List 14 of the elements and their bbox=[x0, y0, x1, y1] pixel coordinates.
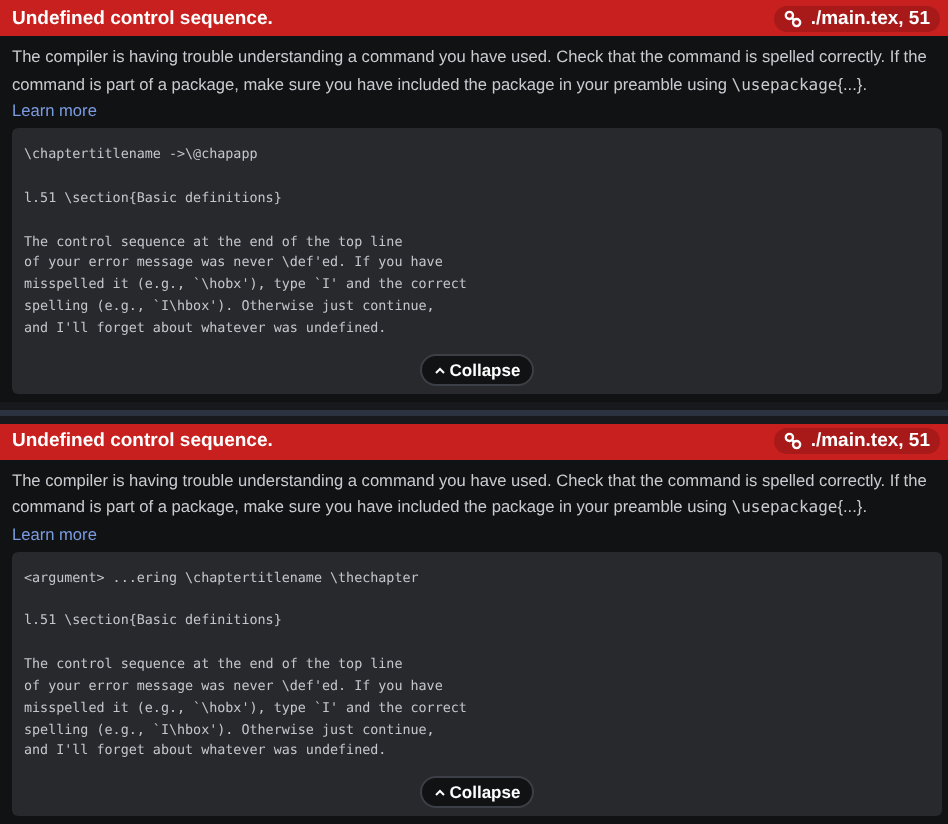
error-description: The compiler is having trouble understanding a command you have used. Check that the command is spelled correctly. If the command is part of a package, make sure you have included the package in your preamble using \usepackage{...}. bbox=[12, 44, 929, 98]
location-link[interactable]: ./main.tex, 51 bbox=[774, 428, 940, 455]
location-link[interactable]: ./main.tex, 51 bbox=[774, 5, 940, 31]
caret-icon bbox=[433, 365, 446, 374]
error-description: The compiler is having trouble understanding a command you have used. Check that the command is spelled correctly. If the command is part of a package, make sure you have included the package in your preamble using \usepackage{...}. bbox=[12, 467, 929, 521]
collapse-button[interactable]: Collapse bbox=[419, 776, 535, 809]
learn-more-link[interactable]: Learn more bbox=[12, 521, 97, 546]
collapse-button[interactable]: Collapse bbox=[419, 353, 535, 386]
learn-more-link[interactable]: Learn more bbox=[12, 98, 97, 122]
error-title: Undefined control sequence. bbox=[12, 7, 273, 29]
link-icon bbox=[784, 9, 803, 27]
caret-icon bbox=[433, 788, 446, 797]
link-icon bbox=[784, 432, 803, 451]
error-title: Undefined control sequence. bbox=[12, 430, 273, 453]
